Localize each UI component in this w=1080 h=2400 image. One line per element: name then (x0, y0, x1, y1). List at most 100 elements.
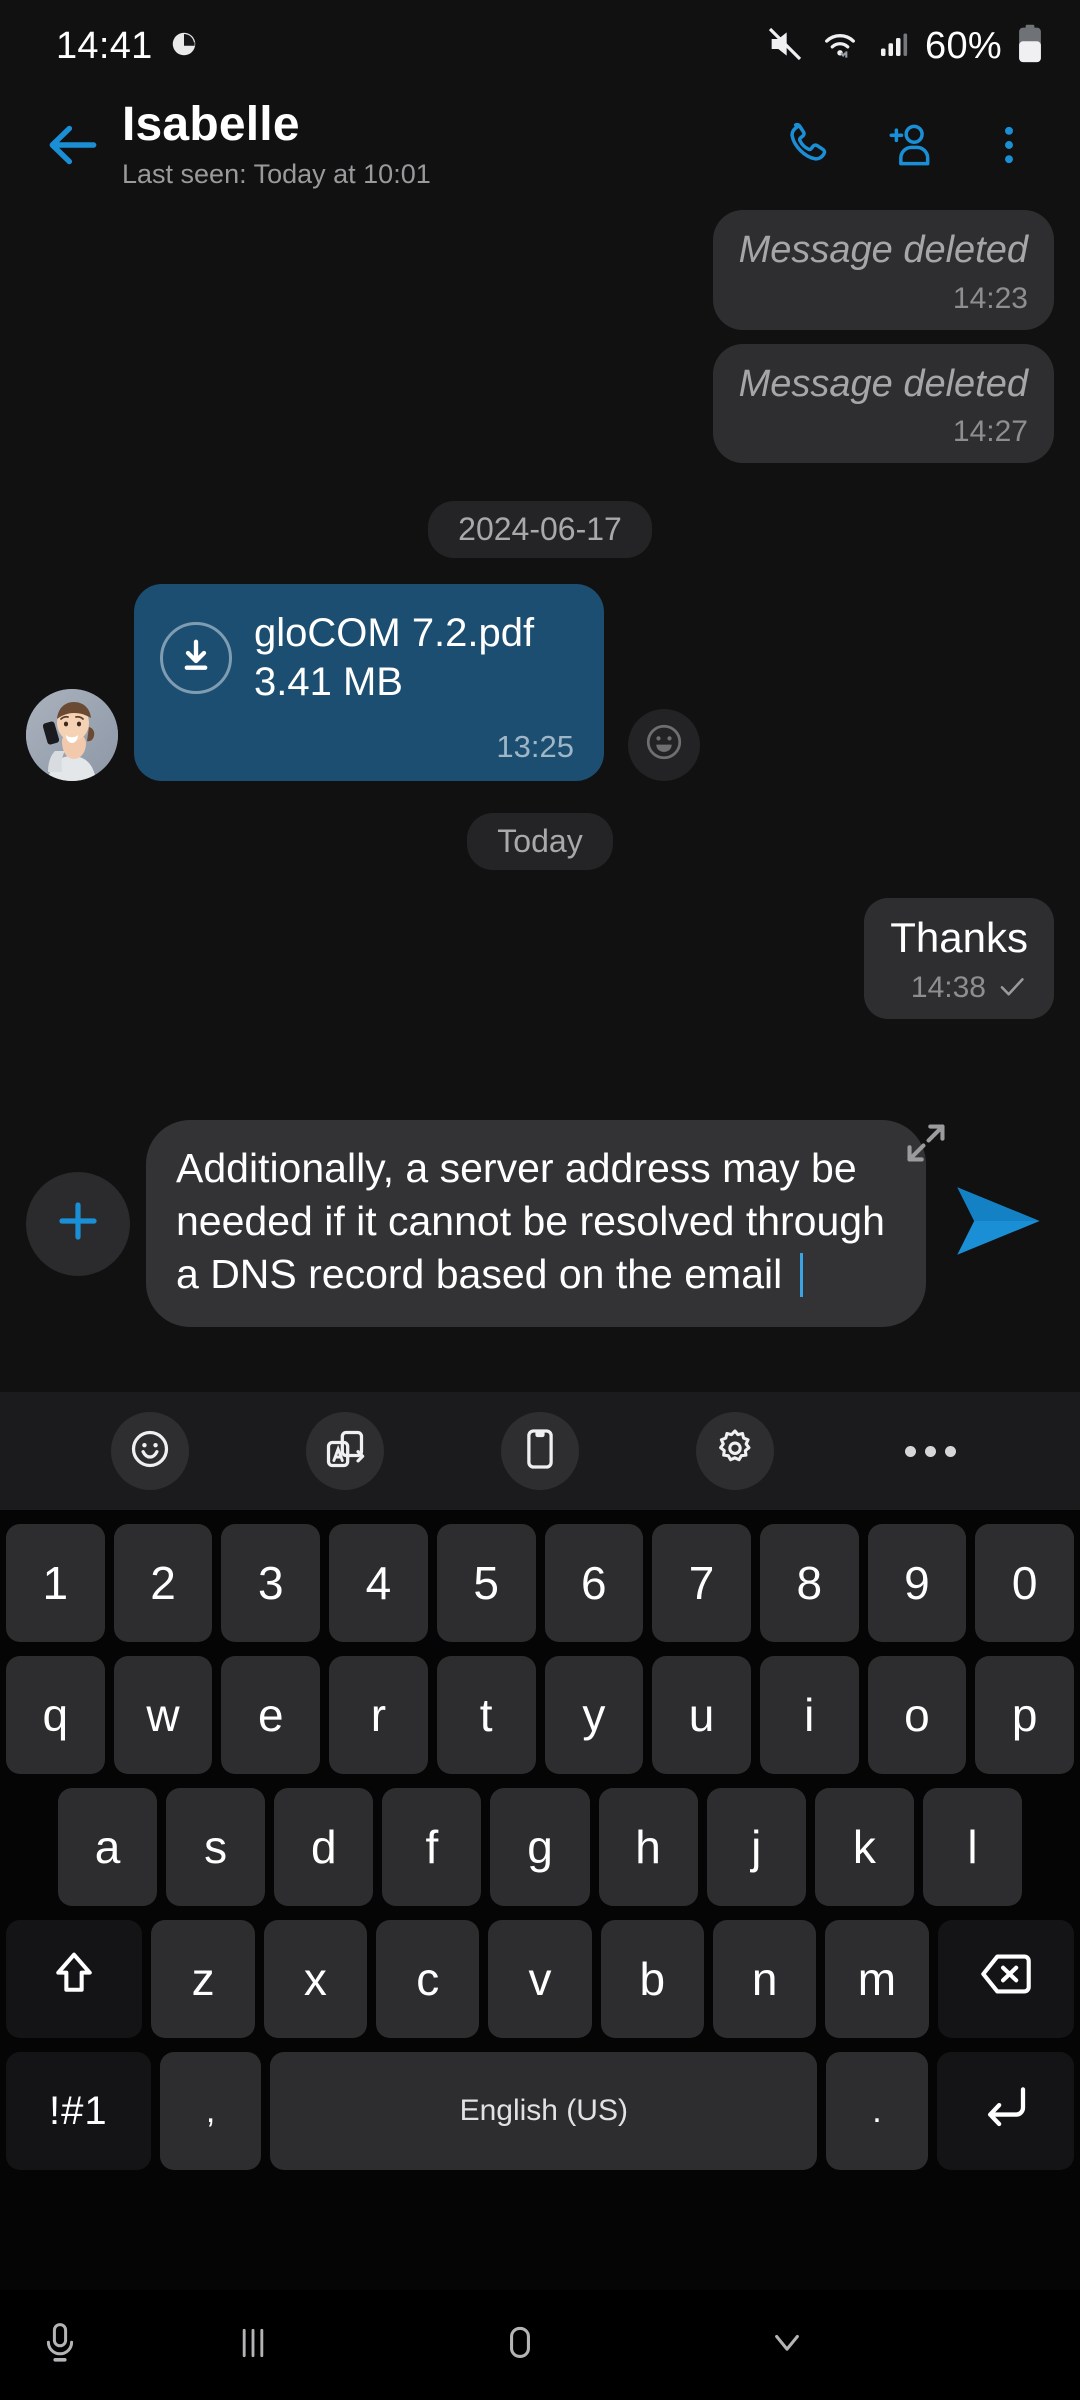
message-input[interactable]: Additionally, a server address may be ne… (146, 1119, 926, 1328)
key-b[interactable]: b (600, 1920, 704, 2038)
hide-keyboard-button[interactable] (653, 2320, 920, 2371)
text-message-bubble[interactable]: Thanks 14:38 (864, 897, 1054, 1019)
key-0[interactable]: 0 (975, 1524, 1075, 1642)
shift-key[interactable] (6, 1920, 143, 2038)
key-l[interactable]: l (922, 1788, 1022, 1906)
call-button[interactable] (766, 104, 852, 190)
attach-button[interactable] (26, 1171, 130, 1276)
message-row: Message deleted 14:27 (26, 343, 1054, 464)
key-2[interactable]: 2 (113, 1524, 213, 1642)
message-time: 14:23 (952, 281, 1028, 315)
chat-title-block[interactable]: Isabelle Last seen: Today at 10:01 (122, 99, 431, 195)
key-i[interactable]: i (759, 1656, 859, 1774)
home-button[interactable] (387, 2320, 654, 2371)
key-c[interactable]: c (376, 1920, 480, 2038)
status-bar: 14:41 60% (0, 0, 1080, 92)
file-message-bubble[interactable]: gloCOM 7.2.pdf 3.41 MB 13:25 (134, 584, 604, 781)
key-r[interactable]: r (329, 1656, 428, 1774)
key-e[interactable]: e (221, 1656, 321, 1774)
sent-check-icon (996, 970, 1028, 1007)
chat-header: Isabelle Last seen: Today at 10:01 (0, 92, 1080, 202)
file-size: 3.41 MB (254, 660, 403, 705)
key-p[interactable]: p (975, 1656, 1075, 1774)
key-o[interactable]: o (867, 1656, 967, 1774)
avatar[interactable] (26, 688, 118, 781)
date-divider: Today (467, 812, 613, 870)
key-8[interactable]: 8 (759, 1524, 859, 1642)
deleted-message-text: Message deleted (738, 229, 1028, 271)
key-x[interactable]: x (263, 1920, 368, 2038)
message-meta: 14:27 (739, 415, 1028, 449)
text-caret (799, 1253, 803, 1298)
download-button[interactable] (160, 622, 232, 695)
message-meta: 14:23 (739, 282, 1028, 316)
key-q[interactable]: q (5, 1656, 105, 1774)
message-text: Thanks (890, 913, 1028, 961)
recents-button[interactable] (120, 2320, 387, 2371)
enter-key[interactable] (936, 2052, 1075, 2170)
comma-key[interactable]: , (159, 2052, 262, 2170)
back-button[interactable] (34, 108, 112, 186)
send-button[interactable] (946, 1172, 1050, 1276)
keyboard-row-top: q w e r t y u i o p (0, 1656, 1080, 1774)
recents-icon (230, 2320, 276, 2371)
plus-icon (52, 1195, 104, 1252)
emoji-button[interactable] (52, 1412, 247, 1490)
message-meta: 14:38 (890, 970, 1028, 1007)
gear-icon (712, 1426, 758, 1477)
message-row: gloCOM 7.2.pdf 3.41 MB 13:25 (26, 584, 1054, 781)
key-h[interactable]: h (598, 1788, 698, 1906)
shift-icon (47, 1947, 101, 2012)
key-7[interactable]: 7 (652, 1524, 751, 1642)
deleted-message-bubble[interactable]: Message deleted 14:23 (712, 210, 1054, 330)
keyboard-settings-button[interactable] (638, 1412, 833, 1490)
overflow-menu-button[interactable] (966, 104, 1052, 190)
keyboard-row-space: !#1 , English (US) . (0, 2052, 1080, 2170)
key-v[interactable]: v (488, 1920, 592, 2038)
mute-icon (765, 24, 805, 69)
key-u[interactable]: u (652, 1656, 751, 1774)
composer-bar: Additionally, a server address may be ne… (0, 1055, 1080, 1392)
key-m[interactable]: m (825, 1920, 929, 2038)
key-z[interactable]: z (151, 1920, 255, 2038)
keyboard[interactable]: 1 2 3 4 5 6 7 8 9 0 q w e r t y u i o p … (0, 1392, 1080, 2290)
expand-composer-button[interactable] (888, 1107, 964, 1183)
key-d[interactable]: d (274, 1788, 374, 1906)
clipboard-icon (517, 1426, 563, 1477)
clipboard-button[interactable] (442, 1412, 637, 1490)
emoji-reaction-button[interactable] (628, 708, 700, 781)
key-k[interactable]: k (814, 1788, 914, 1906)
keyboard-row-bottom: z x c v b n m (0, 1920, 1080, 2038)
key-3[interactable]: 3 (221, 1524, 321, 1642)
key-5[interactable]: 5 (436, 1524, 536, 1642)
chevron-down-icon (764, 2320, 810, 2371)
message-time: 14:27 (952, 415, 1028, 449)
add-contact-button[interactable] (866, 104, 952, 190)
deleted-message-bubble[interactable]: Message deleted 14:27 (712, 343, 1054, 464)
key-n[interactable]: n (712, 1920, 817, 2038)
key-4[interactable]: 4 (329, 1524, 428, 1642)
backspace-key[interactable] (937, 1920, 1074, 2038)
key-w[interactable]: w (113, 1656, 213, 1774)
key-a[interactable]: a (58, 1788, 158, 1906)
key-y[interactable]: y (544, 1656, 644, 1774)
space-key[interactable]: English (US) (270, 2052, 818, 2170)
navigation-bar (0, 2290, 1080, 2400)
keyboard-more-button[interactable] (833, 1445, 1028, 1457)
key-6[interactable]: 6 (544, 1524, 644, 1642)
translate-button[interactable] (247, 1412, 442, 1490)
key-f[interactable]: f (382, 1788, 482, 1906)
file-attachment[interactable]: gloCOM 7.2.pdf 3.41 MB (160, 610, 574, 706)
file-name: gloCOM 7.2.pdf (254, 611, 535, 656)
key-9[interactable]: 9 (867, 1524, 967, 1642)
key-s[interactable]: s (166, 1788, 266, 1906)
voice-input-button[interactable] (0, 2319, 120, 2372)
download-icon (176, 636, 216, 681)
symbols-key[interactable]: !#1 (6, 2052, 151, 2170)
key-t[interactable]: t (436, 1656, 536, 1774)
period-key[interactable]: . (826, 2052, 928, 2170)
header-actions (766, 104, 1058, 190)
key-1[interactable]: 1 (5, 1524, 105, 1642)
key-j[interactable]: j (706, 1788, 806, 1906)
key-g[interactable]: g (490, 1788, 590, 1906)
